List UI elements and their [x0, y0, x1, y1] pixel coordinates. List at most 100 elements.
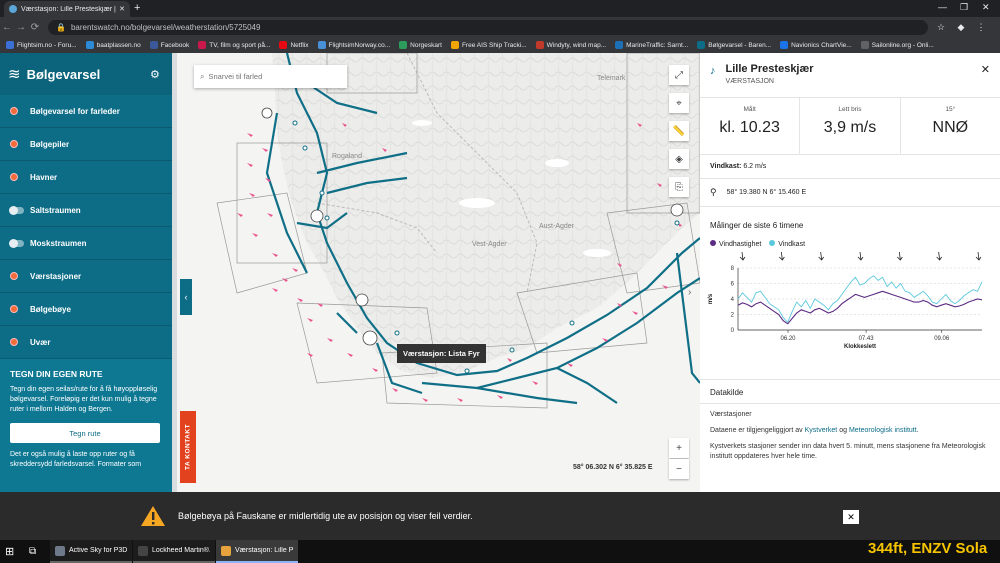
bookmark-item[interactable]: baatplassen.no	[85, 41, 141, 49]
toggle-switch[interactable]	[9, 205, 24, 215]
sidebar-item-label: Havner	[30, 172, 58, 182]
bookmark-item[interactable]: Netflix	[279, 41, 309, 49]
bookmark-item[interactable]: Windyty, wind map...	[535, 41, 606, 49]
sidebar-item-3[interactable]: Havner	[0, 161, 172, 194]
bookmark-label: Sailonline.org - Onli...	[871, 41, 934, 49]
close-window-icon[interactable]: ✕	[982, 2, 990, 13]
source-subheading: Værstasjoner	[710, 411, 752, 418]
taskbar-app[interactable]: Lockheed Martin®...	[133, 540, 215, 563]
sidebar-item-4[interactable]: Saltstraumen	[0, 194, 172, 227]
brand-header: ≋ Bølgevarsel ⚙	[0, 53, 172, 95]
sidebar-item-8[interactable]: Uvær	[0, 326, 172, 359]
station-tooltip: Værstasjon: Lista Fyr	[397, 344, 486, 363]
stat-cell: Målt kl. 10.23	[700, 98, 801, 154]
wind-stats: Målt kl. 10.23 Lett bris 3,9 m/s 15° NNØ	[700, 98, 1000, 155]
source-heading: Datakilde	[710, 388, 744, 397]
map-canvas[interactable]: Rogaland Vest-Agder Aust-Agder Telemark ⌕ ⤢…	[177, 53, 700, 492]
stat-cell: 15° NNØ	[901, 98, 1000, 154]
close-tab-icon[interactable]: ✕	[119, 5, 125, 13]
windows-start-icon[interactable]: ⊞	[0, 540, 24, 563]
forward-icon[interactable]: →	[14, 22, 28, 33]
url-input[interactable]: 🔒 barentswatch.no/bolgevarsel/weathersta…	[48, 19, 928, 35]
sidebar-item-label: Uvær	[30, 337, 51, 347]
new-tab-icon[interactable]: +	[134, 2, 140, 14]
layers-button[interactable]: ◈	[669, 149, 689, 169]
stat-cell: Lett bris 3,9 m/s	[800, 98, 901, 154]
lake	[412, 120, 432, 126]
sidebar-item-6[interactable]: Værstasjoner	[0, 260, 172, 293]
bookmark-item[interactable]: Facebook	[149, 41, 189, 49]
sidebar-item-label: Bølgepiler	[30, 139, 70, 149]
taskbar-app-label: Lockheed Martin®...	[152, 547, 210, 554]
stat-label: Målt	[743, 106, 756, 113]
bookmark-item[interactable]: Norgeskart	[399, 41, 442, 49]
y-tick-label: 4	[731, 297, 735, 303]
stat-value: 3,9 m/s	[823, 119, 877, 136]
close-panel-icon[interactable]: ✕	[981, 63, 990, 76]
fairway-search[interactable]: ⌕	[194, 65, 347, 88]
kystverket-link[interactable]: Kystverket	[805, 427, 838, 434]
lake	[583, 249, 611, 257]
sidebar-item-7[interactable]: Bølgebøye	[0, 293, 172, 326]
route-heading: TEGN DIN EGEN RUTE	[10, 369, 103, 379]
gust-value: 6.2 m/s	[743, 163, 767, 170]
locate-button[interactable]: ⌖	[669, 93, 689, 113]
wind-direction-arrow	[779, 251, 785, 261]
layers-icon: ◈	[675, 153, 683, 165]
menu-dots-icon[interactable]: ⋮	[974, 22, 988, 33]
bookmark-item[interactable]: MarineTraffic: Sarnt...	[615, 41, 688, 49]
fullscreen-button[interactable]: ⤢	[669, 65, 689, 85]
bookmark-star-icon[interactable]: ☆	[934, 22, 948, 33]
taskbar-app[interactable]: Active Sky for P3Dv...	[50, 540, 132, 563]
share-button[interactable]: ⎘	[669, 177, 689, 197]
sidebar-item-5[interactable]: Moskstraumen	[0, 227, 172, 260]
gear-icon[interactable]: ⚙	[150, 68, 172, 81]
reload-icon[interactable]: ⟳	[28, 22, 42, 33]
y-axis-label: m/s	[708, 293, 714, 304]
sidebar-item-1[interactable]: Bølgevarsel for farleder	[0, 95, 172, 128]
place-label: Rogaland	[332, 153, 362, 160]
plus-icon: +	[676, 442, 682, 454]
minimize-icon[interactable]: —	[938, 2, 947, 12]
app-icon	[221, 545, 231, 556]
bookmark-item[interactable]: Free AIS Ship Tracki...	[450, 41, 527, 49]
bookmark-item[interactable]: TV, film og sport på...	[198, 41, 270, 49]
browser-tab[interactable]: Værstasjon: Lille Presteskjær | Bø ✕	[4, 1, 130, 17]
bookmark-item[interactable]: Bølgevarsel - Baren...	[697, 41, 771, 49]
task-view-icon[interactable]: ⧉	[24, 540, 50, 563]
bookmark-item[interactable]: Flightsim.no - Foru...	[6, 41, 77, 49]
draw-route-button[interactable]: Tegn rute	[10, 423, 160, 443]
extension-icon[interactable]: ◆	[954, 22, 968, 33]
lock-icon: 🔒	[56, 22, 66, 32]
toggle-switch[interactable]	[9, 238, 24, 248]
bookmark-favicon-icon	[697, 41, 706, 49]
sidebar-item-label: Saltstraumen	[30, 205, 81, 215]
station-title: Lille Presteskjær	[725, 63, 814, 75]
bookmark-item[interactable]: Navionics ChartVie...	[780, 41, 852, 49]
share-icon: ⎘	[675, 181, 683, 193]
search-input[interactable]	[208, 72, 329, 81]
stat-value: NNØ	[932, 119, 969, 136]
back-icon[interactable]: ←	[0, 22, 14, 33]
legend-speed-swatch	[710, 240, 716, 246]
chevron-right-icon[interactable]: ›	[688, 287, 691, 298]
close-banner-button[interactable]: ✕	[843, 510, 859, 524]
bookmark-item[interactable]: Sailonline.org - Onli...	[860, 41, 934, 49]
measure-button[interactable]: 📏	[669, 121, 689, 141]
source-text-b: Kystverkets stasjoner sender inn data hv…	[710, 443, 986, 460]
sidebar-item-label: Moskstraumen	[30, 238, 87, 248]
taskbar-app[interactable]: Værstasjon: Lille Pr...	[216, 540, 298, 563]
met-institute-link[interactable]: Meteorologisk institutt	[849, 427, 917, 434]
bookmark-item[interactable]: FlightsimNorway.co...	[317, 41, 390, 49]
wind-direction-arrow	[936, 251, 942, 261]
sidebar-item-2[interactable]: Bølgepiler	[0, 128, 172, 161]
warning-icon	[141, 506, 165, 526]
zoom-out-button[interactable]: −	[669, 459, 689, 479]
bookmark-favicon-icon	[780, 41, 789, 49]
taskbar-app-label: Active Sky for P3Dv...	[69, 547, 127, 554]
layer-dot-icon	[10, 272, 18, 280]
contact-button[interactable]: TA KONTAKT	[180, 411, 196, 483]
maximize-icon[interactable]: ❐	[960, 2, 968, 13]
collapse-sidebar-button[interactable]: ‹	[180, 279, 192, 315]
zoom-in-button[interactable]: +	[669, 438, 689, 458]
